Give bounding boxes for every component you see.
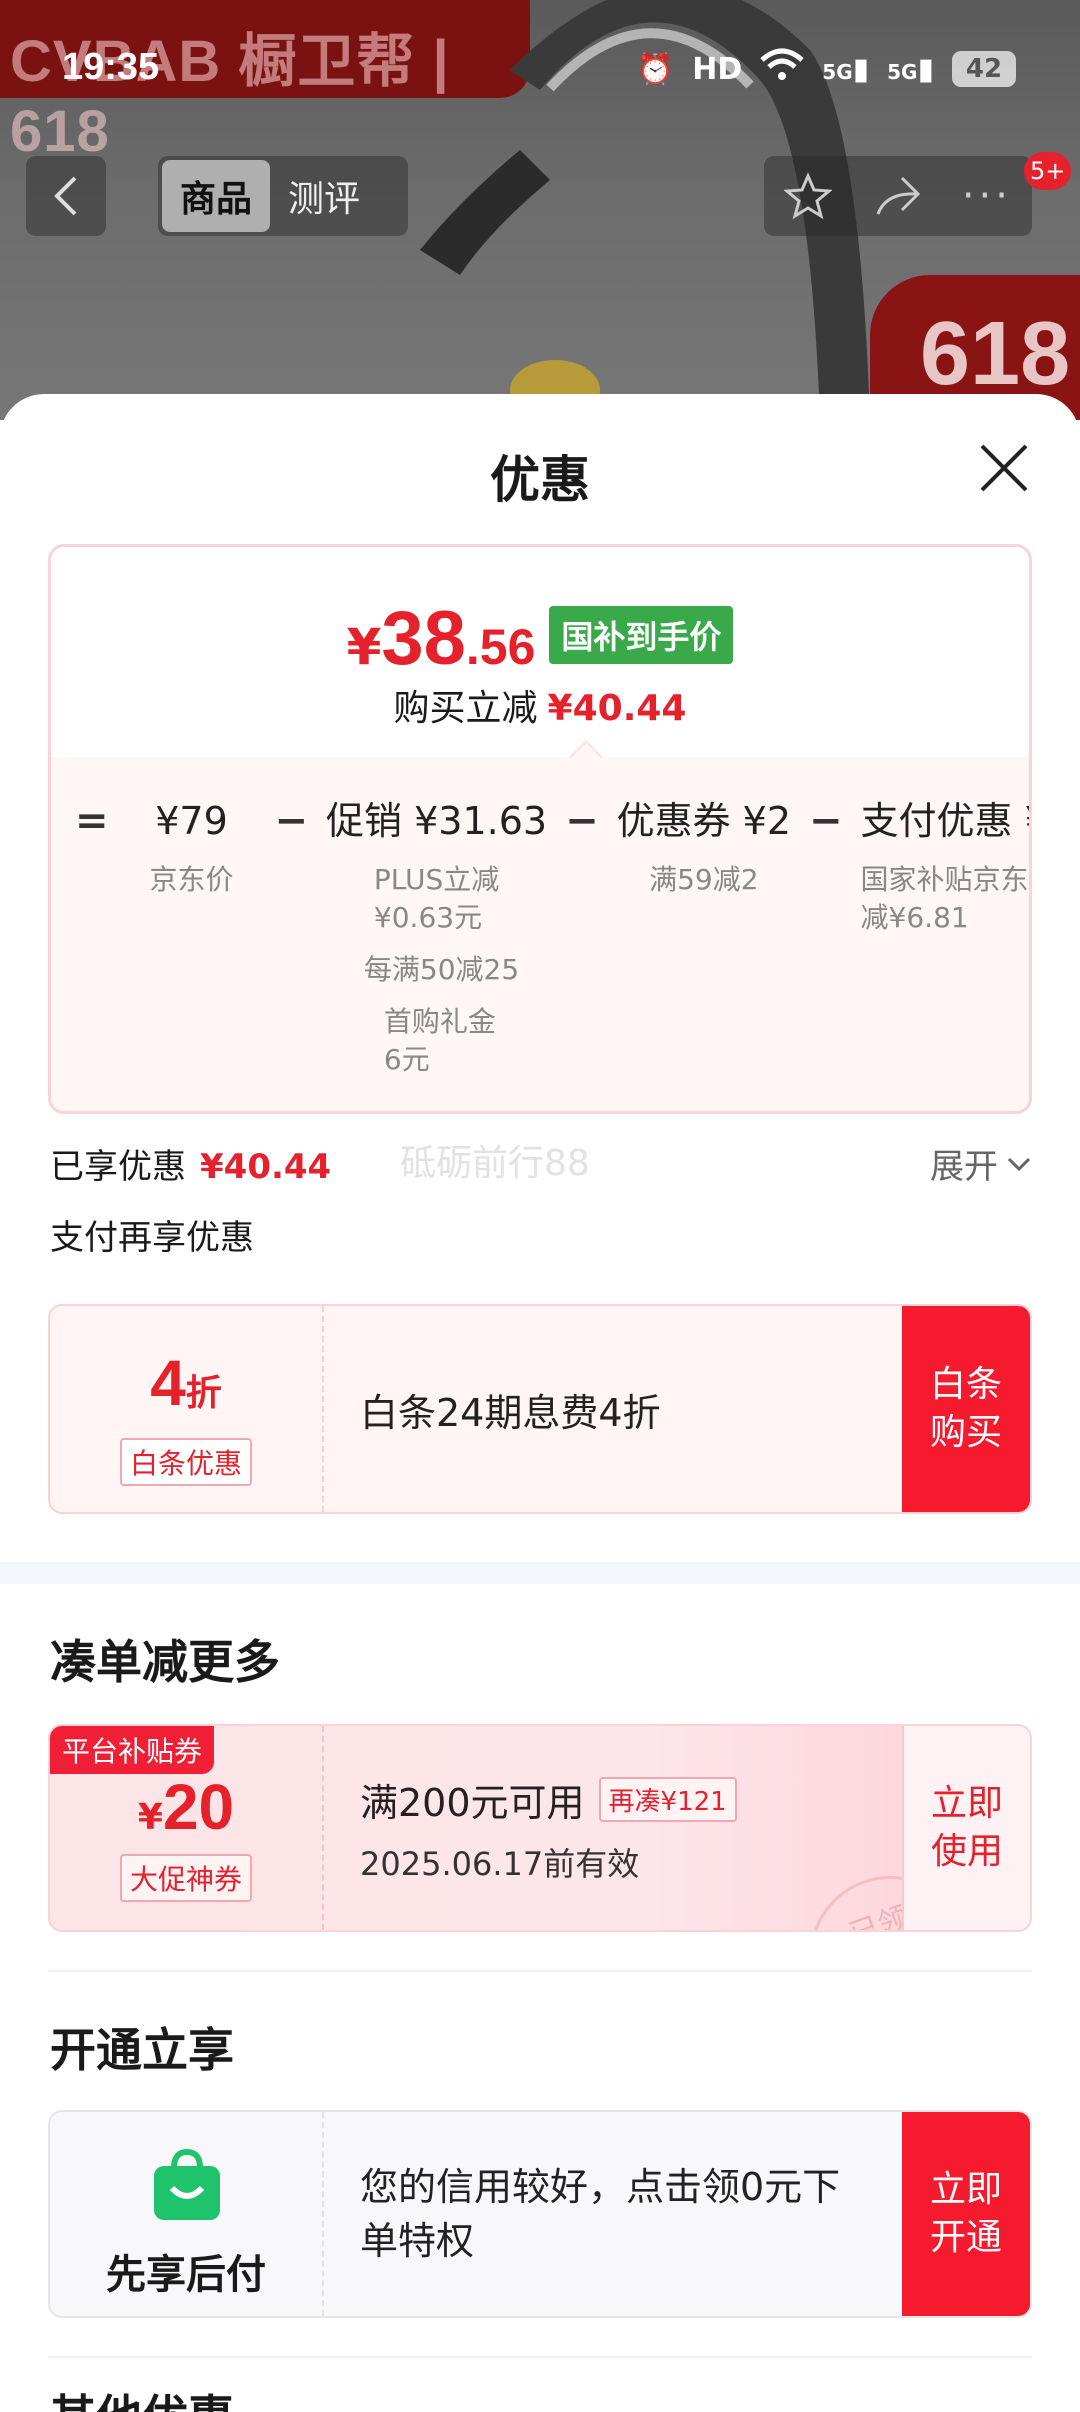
star-icon[interactable]	[783, 172, 832, 220]
coupon-valid-date: 2025.06.17前有效	[360, 1844, 640, 1883]
chevron-down-icon	[1007, 1157, 1031, 1171]
close-icon[interactable]	[976, 440, 1032, 496]
alarm-icon: ⏰	[636, 51, 675, 87]
hd-icon: HD	[692, 51, 743, 87]
nav-tabs: 商品 测评	[158, 156, 408, 236]
credit-card: 先享后付 您的信用较好，点击领0元下单特权 立即 开通	[48, 2110, 1032, 2318]
platform-coupon-card: 平台补贴券 ¥20 大促神券 满200元可用 再凑¥121 2025.06.17…	[48, 1724, 1032, 1932]
breakdown-payment: 支付优惠 ¥6. 国家补贴京东支 减¥6.81	[860, 799, 1029, 934]
breakdown-coupon: 优惠券 ¥2 满59减2	[616, 799, 792, 896]
baitiao-buy-button[interactable]: 白条 购买	[902, 1306, 1030, 1512]
credit-text: 您的信用较好，点击领0元下单特权	[360, 2165, 841, 2263]
signal-5g-icon-2: 5G▮	[887, 51, 934, 87]
section-open-title: 开通立享	[50, 2023, 234, 2077]
shopping-bag-icon	[154, 2148, 220, 2220]
open-credit-button[interactable]: 立即 开通	[902, 2112, 1030, 2316]
tab-review[interactable]: 测评	[270, 160, 378, 232]
wifi-icon	[760, 48, 804, 90]
section-divider	[0, 1562, 1080, 1584]
share-icon[interactable]	[872, 174, 922, 218]
expand-button[interactable]: 展开	[930, 1139, 1032, 1188]
coupon-tag: 大促神券	[119, 1854, 253, 1902]
coupon-remaining-tag: 再凑¥121	[598, 1776, 737, 1822]
subsidy-price-tag: 国补到手价	[549, 606, 734, 664]
pay-more-label: 支付再享优惠	[50, 1218, 254, 1258]
nav-actions: ···	[764, 156, 1032, 236]
section-other-title: 其他优惠	[50, 2392, 234, 2412]
credit-label: 先享后付	[106, 2252, 266, 2298]
message-badge: 5+	[1024, 152, 1072, 190]
battery-icon: 42	[952, 51, 1016, 87]
coupon-amount: ¥20	[137, 1771, 235, 1843]
baitiao-discount: 4折	[150, 1347, 222, 1419]
status-time: 19:35	[62, 46, 160, 88]
baitiao-card: 4折 白条优惠 白条24期息费4折 白条 购买	[48, 1304, 1032, 1514]
chevron-left-icon	[54, 176, 77, 216]
divider	[48, 1970, 1032, 1972]
divider	[48, 2356, 1032, 2358]
breakdown-jd-price: ¥79 京东价	[149, 799, 234, 896]
instant-save: 购买立减 ¥40.44	[393, 688, 687, 729]
coupon-corner-tag: 平台补贴券	[50, 1726, 215, 1774]
signal-5g-icon: 5G▮	[822, 51, 870, 87]
baitiao-text: 白条24期息费4折	[360, 1390, 661, 1435]
coupon-condition: 满200元可用	[360, 1780, 585, 1825]
sheet-title: 优惠	[490, 451, 590, 509]
breakdown-promotion: 促销 ¥31.63 PLUS立减 ¥0.63元 每满50减25 首购礼金 6元	[326, 799, 548, 1076]
price-breakdown: = ¥79 京东价 − 促销 ¥31.63 PLUS立减 ¥0.63元 每满50…	[57, 793, 1029, 1093]
baitiao-tag: 白条优惠	[119, 1438, 253, 1486]
status-bar: 19:35 ⏰ HD 5G▮ 5G▮ 42	[0, 0, 1080, 140]
more-icon[interactable]: ···	[962, 173, 1012, 219]
watermark: 砥砺前行88	[400, 1143, 590, 1184]
back-button[interactable]	[26, 156, 106, 236]
price-summary: ¥ 38 .56 国补到手价 购买立减 ¥40.44 = ¥79 京东价 − 促销…	[48, 544, 1032, 1114]
use-coupon-button[interactable]: 立即 使用	[902, 1726, 1030, 1930]
section-more-title: 凑单减更多	[50, 1635, 280, 1689]
final-price: ¥ 38 .56 国补到手价	[51, 595, 1029, 682]
enjoyed-discount: 已享优惠 ¥40.44	[50, 1147, 332, 1187]
tab-product[interactable]: 商品	[162, 160, 271, 232]
